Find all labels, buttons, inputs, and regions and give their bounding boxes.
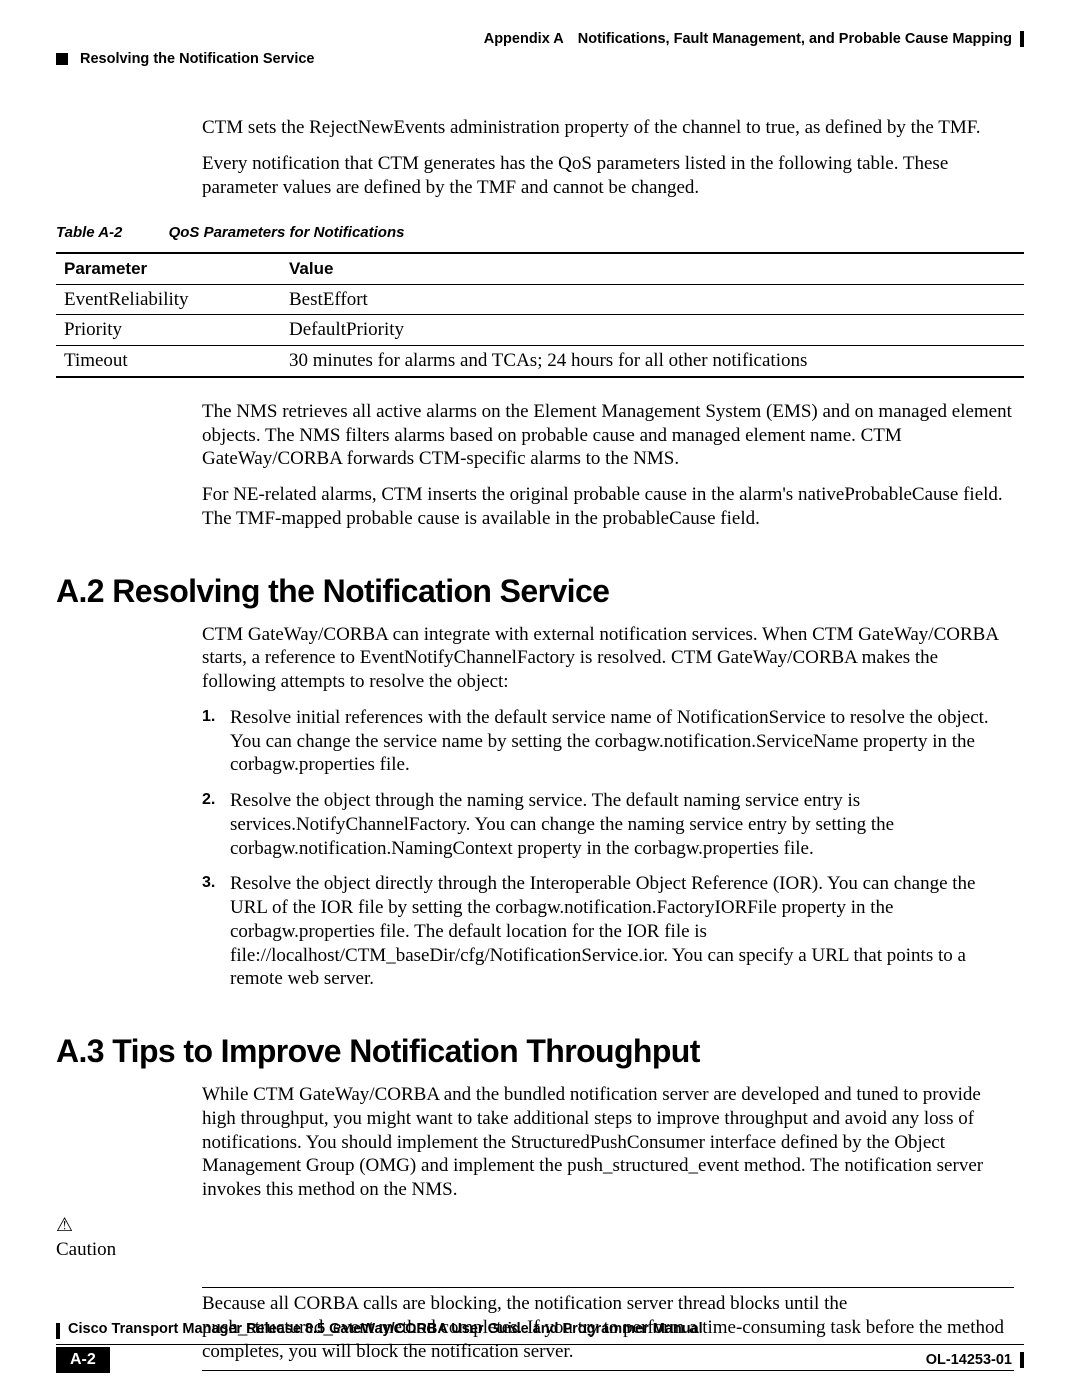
table-row: Priority DefaultPriority: [56, 315, 1024, 346]
cell-param: Timeout: [56, 346, 281, 377]
table-number: Table A-2: [56, 224, 122, 241]
step-text: Resolve initial references with the defa…: [230, 707, 989, 776]
page-number-badge: A-2: [56, 1347, 110, 1373]
footer-bar-icon: [56, 1323, 60, 1339]
a2-steps: 1. Resolve initial references with the d…: [202, 706, 1014, 991]
col-value: Value: [281, 253, 1024, 284]
section-header-text: Resolving the Notification Service: [80, 50, 314, 68]
section-header: Resolving the Notification Service: [56, 50, 1024, 68]
step-number: 3.: [202, 873, 215, 893]
qos-table: Parameter Value EventReliability BestEff…: [56, 252, 1024, 378]
appendix-title: Notifications, Fault Management, and Pro…: [578, 30, 1012, 48]
cell-param: Priority: [56, 315, 281, 346]
col-parameter: Parameter: [56, 253, 281, 284]
list-item: 2. Resolve the object through the naming…: [202, 789, 1014, 860]
caution-icon: ⚠: [56, 1214, 1024, 1238]
heading-a2: A.2 Resolving the Notification Service: [56, 571, 1024, 611]
step-text: Resolve the object through the naming se…: [230, 790, 894, 859]
intro-p2: Every notification that CTM generates ha…: [202, 152, 1014, 200]
table-row: EventReliability BestEffort: [56, 284, 1024, 315]
cell-value: BestEffort: [281, 284, 1024, 315]
step-text: Resolve the object directly through the …: [230, 873, 975, 989]
a3-p1: While CTM GateWay/CORBA and the bundled …: [202, 1083, 1014, 1202]
running-header: Appendix A Notifications, Fault Manageme…: [56, 30, 1024, 48]
appendix-label: Appendix A: [484, 30, 564, 48]
page-footer: Cisco Transport Manager Release 8.5 Gate…: [56, 1320, 1024, 1373]
intro-p1: CTM sets the RejectNewEvents administrat…: [202, 116, 1014, 140]
step-number: 2.: [202, 790, 215, 810]
table-caption: Table A-2 QoS Parameters for Notificatio…: [56, 224, 1024, 243]
cell-param: EventReliability: [56, 284, 281, 315]
header-bar-icon: [1020, 31, 1024, 47]
list-item: 3. Resolve the object directly through t…: [202, 872, 1014, 991]
caution-label: Caution: [56, 1238, 1024, 1262]
table-title: QoS Parameters for Notifications: [169, 224, 405, 241]
step-number: 1.: [202, 707, 215, 727]
cell-value: 30 minutes for alarms and TCAs; 24 hours…: [281, 346, 1024, 377]
a2-intro: CTM GateWay/CORBA can integrate with ext…: [202, 623, 1014, 694]
cell-value: DefaultPriority: [281, 315, 1024, 346]
heading-a3: A.3 Tips to Improve Notification Through…: [56, 1031, 1024, 1071]
doc-number: OL-14253-01: [926, 1351, 1024, 1369]
manual-title: Cisco Transport Manager Release 8.5 Gate…: [68, 1320, 703, 1338]
footer-tail-bar-icon: [1020, 1352, 1024, 1368]
section-marker-icon: [56, 53, 68, 65]
after-table-p1: The NMS retrieves all active alarms on t…: [202, 400, 1014, 471]
table-row: Timeout 30 minutes for alarms and TCAs; …: [56, 346, 1024, 377]
after-table-p2: For NE-related alarms, CTM inserts the o…: [202, 483, 1014, 531]
list-item: 1. Resolve initial references with the d…: [202, 706, 1014, 777]
